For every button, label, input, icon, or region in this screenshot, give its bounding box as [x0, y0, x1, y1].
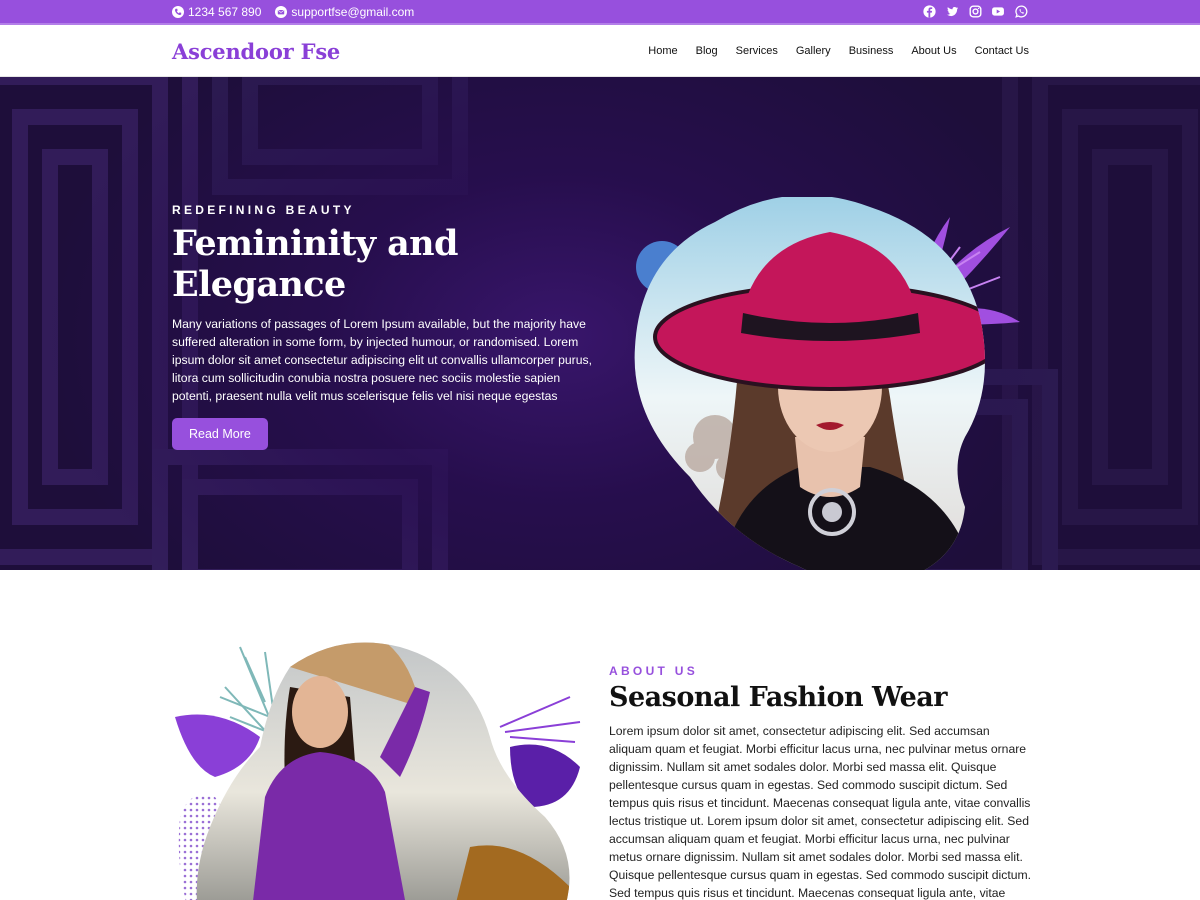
youtube-icon[interactable] — [991, 5, 1005, 19]
hero-content: REDEFINING BEAUTY Femininity and Eleganc… — [172, 203, 602, 450]
hero-title-line2: Elegance — [172, 264, 346, 305]
about-title: Seasonal Fashion Wear — [609, 682, 948, 713]
hero-title-line1: Femininity and — [172, 223, 459, 264]
hero-banner: REDEFINING BEAUTY Femininity and Eleganc… — [0, 77, 1200, 570]
site-header: Ascendoor Fse Home Blog Services Gallery… — [0, 25, 1200, 77]
nav-gallery[interactable]: Gallery — [796, 45, 831, 57]
email-address: supportfse@gmail.com — [291, 4, 415, 19]
site-logo[interactable]: Ascendoor Fse — [172, 39, 340, 64]
top-bar: 1234 567 890 supportfse@gmail.com — [0, 0, 1200, 25]
phone-icon — [172, 5, 184, 18]
email-contact[interactable]: supportfse@gmail.com — [275, 5, 414, 19]
nav-blog[interactable]: Blog — [696, 45, 718, 57]
whatsapp-icon[interactable] — [1014, 5, 1028, 19]
mail-icon — [275, 5, 288, 18]
hero-title: Femininity and Elegance — [172, 223, 602, 305]
main-nav: Home Blog Services Gallery Business Abou… — [648, 45, 1029, 57]
nav-business[interactable]: Business — [849, 45, 894, 57]
read-more-button[interactable]: Read More — [172, 418, 268, 450]
about-content: ABOUT US Seasonal Fashion Wear Lorem ips… — [609, 664, 1034, 900]
contact-info: 1234 567 890 supportfse@gmail.com — [172, 5, 414, 19]
twitter-icon[interactable] — [945, 5, 959, 19]
nav-contact-us[interactable]: Contact Us — [975, 45, 1029, 57]
phone-number: 1234 567 890 — [188, 4, 262, 19]
phone-contact[interactable]: 1234 567 890 — [172, 5, 261, 19]
about-section: ABOUT US Seasonal Fashion Wear Lorem ips… — [0, 570, 1200, 900]
hero-description: Many variations of passages of Lorem Ips… — [172, 317, 592, 403]
hero-eyebrow: REDEFINING BEAUTY — [172, 203, 355, 217]
nav-about-us[interactable]: About Us — [911, 45, 956, 57]
about-description: Lorem ipsum dolor sit amet, consectetur … — [609, 724, 1032, 900]
facebook-icon[interactable] — [922, 5, 936, 19]
hero-model-image — [634, 197, 1020, 570]
about-eyebrow: ABOUT US — [609, 664, 699, 678]
nav-services[interactable]: Services — [736, 45, 778, 57]
instagram-icon[interactable] — [968, 5, 982, 19]
nav-home[interactable]: Home — [648, 45, 677, 57]
social-links — [922, 5, 1028, 19]
about-model-image — [175, 642, 581, 900]
